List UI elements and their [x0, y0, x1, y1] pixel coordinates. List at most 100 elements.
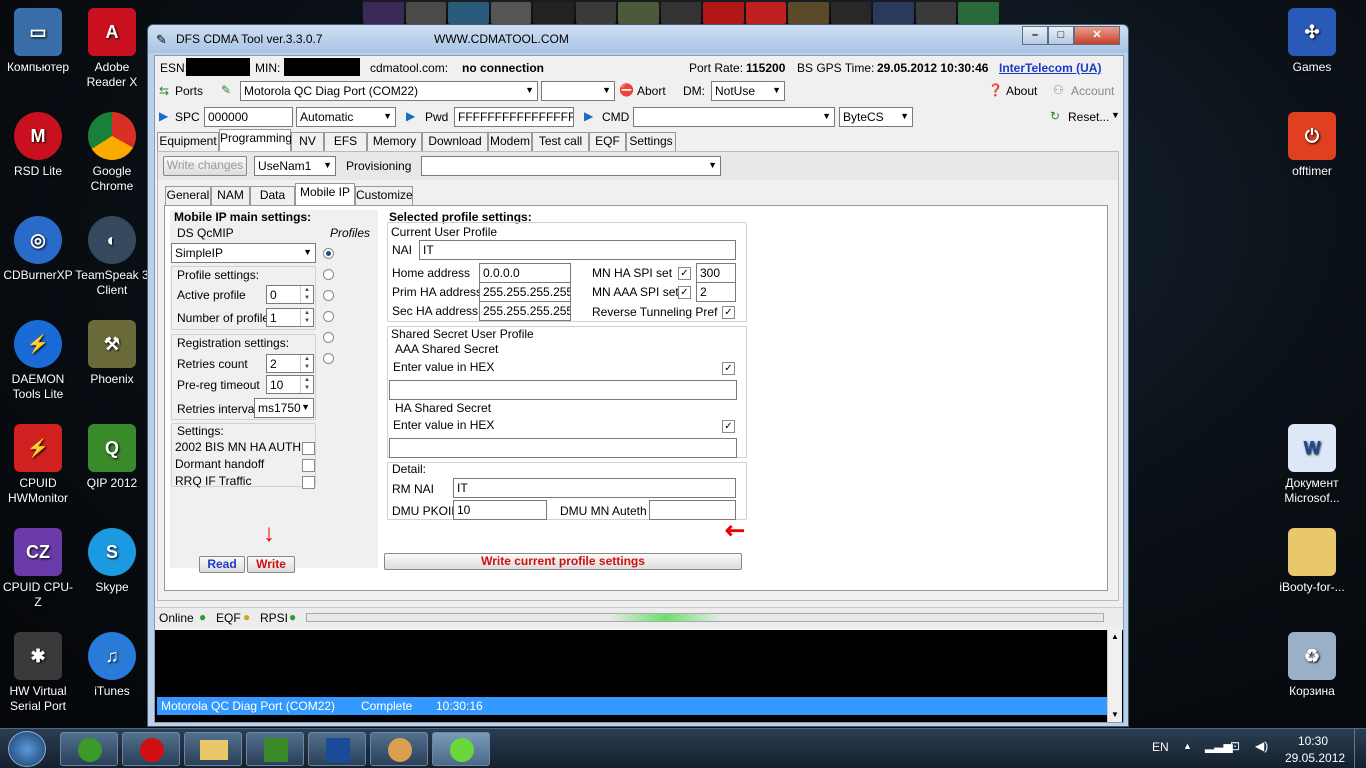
- mn-aaa-spi-input[interactable]: 2: [696, 282, 736, 302]
- home-address-input[interactable]: 0.0.0.0: [479, 263, 571, 283]
- desktop-icon-recycle-bin[interactable]: ♻ Корзина: [1274, 632, 1350, 699]
- desktop-icon-adobe[interactable]: A Adobe Reader X: [74, 8, 150, 90]
- profile-radio-2[interactable]: [323, 290, 334, 301]
- nam-select[interactable]: UseNam1 ▼: [254, 156, 336, 176]
- mn-aaa-spi-checkbox[interactable]: ✓: [678, 286, 691, 299]
- intertelecom-link[interactable]: InterTelecom (UA): [999, 61, 1101, 75]
- stepper-arrows-icon[interactable]: ▲ ▼: [300, 376, 313, 393]
- cmd-input[interactable]: ▼: [633, 107, 835, 127]
- tab-test-call[interactable]: Test call: [532, 132, 589, 151]
- scroll-down-icon[interactable]: ▼: [1111, 710, 1119, 719]
- tab-settings[interactable]: Settings: [626, 132, 676, 151]
- taskbar-paint[interactable]: [370, 732, 428, 766]
- port-mode-select[interactable]: ▼: [541, 81, 615, 101]
- provisioning-select[interactable]: ▼: [421, 156, 721, 176]
- tab-nv[interactable]: NV: [291, 132, 324, 151]
- profile-radio-1[interactable]: [323, 269, 334, 280]
- desktop-icon-teamspeak[interactable]: ◐ TeamSpeak 3 Client: [74, 216, 150, 298]
- profile-radio-3[interactable]: [323, 311, 334, 322]
- tab-download[interactable]: Download: [422, 132, 488, 151]
- dmu-pkoid-input[interactable]: 10: [453, 500, 547, 520]
- clock-time[interactable]: 10:30: [1298, 734, 1328, 748]
- desktop-icon-cpuz[interactable]: CZ CPUID CPU-Z: [0, 528, 76, 610]
- desktop-icon-folder[interactable]: iBooty-for-...: [1274, 528, 1350, 595]
- close-button[interactable]: ✕: [1074, 26, 1120, 45]
- dormant-handoff-checkbox[interactable]: [302, 459, 315, 472]
- clock-date[interactable]: 29.05.2012: [1285, 751, 1345, 765]
- desktop-icon-word-doc[interactable]: W Документ Microsof...: [1274, 424, 1350, 506]
- spc-mode-select[interactable]: Automatic ▼: [296, 107, 396, 127]
- write-changes-button[interactable]: Write changes: [163, 156, 247, 176]
- stepper-arrows-icon[interactable]: ▲ ▼: [300, 355, 313, 372]
- mn-ha-spi-input[interactable]: 300: [696, 263, 736, 283]
- minimize-button[interactable]: –: [1022, 26, 1048, 45]
- retries-count-stepper[interactable]: 2 ▲ ▼: [266, 354, 314, 373]
- taskbar-opera[interactable]: [122, 732, 180, 766]
- profile-radio-0[interactable]: [323, 248, 334, 259]
- min-field[interactable]: [284, 58, 360, 76]
- desktop-icon-games[interactable]: ✣ Games: [1274, 8, 1350, 75]
- desktop-icon-itunes[interactable]: ♫ iTunes: [74, 632, 150, 699]
- title-bar[interactable]: ✎ DFS CDMA Tool ver.3.3.0.7 WWW.CDMATOOL…: [148, 25, 1128, 53]
- desktop-icon-cdburner[interactable]: ◎ CDBurnerXP: [0, 216, 76, 283]
- scroll-up-icon[interactable]: ▲: [1111, 632, 1119, 641]
- show-desktop-button[interactable]: [1354, 729, 1366, 768]
- rrq-traffic-checkbox[interactable]: [302, 476, 315, 489]
- language-indicator[interactable]: EN: [1152, 740, 1169, 754]
- aaa-hex-checkbox[interactable]: ✓: [722, 362, 735, 375]
- about-button[interactable]: About: [1006, 84, 1037, 98]
- tab-programming[interactable]: Programming: [219, 129, 292, 151]
- retries-interval-select[interactable]: ms1750 ▼: [254, 398, 314, 418]
- taskbar-explorer[interactable]: [184, 732, 242, 766]
- connect-icon[interactable]: ✎: [221, 83, 231, 97]
- active-profile-stepper[interactable]: 0 ▲ ▼: [266, 285, 314, 304]
- subtab-nam[interactable]: NAM: [211, 186, 250, 205]
- port-select[interactable]: Motorola QC Diag Port (COM22) ▼: [240, 81, 538, 101]
- pre-reg-timeout-stepper[interactable]: 10 ▲ ▼: [266, 375, 314, 394]
- tray-expand-icon[interactable]: ▲: [1183, 741, 1192, 751]
- taskbar-qip[interactable]: [246, 732, 304, 766]
- stepper-arrows-icon[interactable]: ▲ ▼: [300, 309, 313, 326]
- write-profile-button[interactable]: Write current profile settings: [384, 553, 742, 570]
- tab-equipment[interactable]: Equipment: [157, 132, 219, 151]
- maximize-button[interactable]: □: [1048, 26, 1074, 45]
- tab-efs[interactable]: EFS: [324, 132, 367, 151]
- mn-ha-spi-checkbox[interactable]: ✓: [678, 267, 691, 280]
- bytecs-select[interactable]: ByteCS ▼: [839, 107, 913, 127]
- stepper-arrows-icon[interactable]: ▲ ▼: [300, 286, 313, 303]
- write-button[interactable]: Write: [247, 556, 295, 573]
- taskbar-utorrent[interactable]: [60, 732, 118, 766]
- ports-button[interactable]: Ports: [175, 84, 203, 98]
- profile-radio-5[interactable]: [323, 353, 334, 364]
- ha-secret-input[interactable]: [389, 438, 737, 458]
- read-button[interactable]: Read: [199, 556, 245, 573]
- log-scrollbar[interactable]: ▲ ▼: [1107, 630, 1122, 722]
- bis-auth-checkbox[interactable]: [302, 442, 315, 455]
- desktop-icon-qip[interactable]: Q QIP 2012: [74, 424, 150, 491]
- start-button[interactable]: [8, 731, 46, 767]
- desktop-icon-phoenix[interactable]: ⚒ Phoenix: [74, 320, 150, 387]
- esn-field[interactable]: [186, 58, 250, 76]
- dm-select[interactable]: NotUse ▼: [711, 81, 785, 101]
- network-icon[interactable]: ⊡: [1230, 739, 1240, 753]
- desktop-icon-offtimer[interactable]: ⏻ offtimer: [1274, 112, 1350, 179]
- desktop-icon-hw-virtual[interactable]: ✱ HW Virtual Serial Port: [0, 632, 76, 714]
- volume-icon[interactable]: ◀): [1255, 739, 1268, 753]
- subtab-data[interactable]: Data: [250, 186, 295, 205]
- subtab-general[interactable]: General: [165, 186, 211, 205]
- spc-input[interactable]: 000000: [204, 107, 293, 127]
- ha-hex-checkbox[interactable]: ✓: [722, 420, 735, 433]
- taskbar-word[interactable]: [308, 732, 366, 766]
- log-row[interactable]: Motorola QC Diag Port (COM22) Complete 1…: [157, 697, 1107, 715]
- nai-input[interactable]: IT: [419, 240, 736, 260]
- desktop-icon-rsd-lite[interactable]: M RSD Lite: [0, 112, 76, 179]
- sec-ha-input[interactable]: 255.255.255.255: [479, 301, 571, 321]
- desktop-icon-hwmonitor[interactable]: ⚡ CPUID HWMonitor: [0, 424, 76, 506]
- aaa-secret-input[interactable]: [389, 380, 737, 400]
- chevron-down-icon[interactable]: ▼: [1111, 110, 1120, 120]
- subtab-mobile-ip[interactable]: Mobile IP: [295, 183, 355, 205]
- tab-modem[interactable]: Modem: [488, 132, 532, 151]
- desktop-icon-daemon[interactable]: ⚡ DAEMON Tools Lite: [0, 320, 76, 402]
- prim-ha-input[interactable]: 255.255.255.255: [479, 282, 571, 302]
- profile-radio-4[interactable]: [323, 332, 334, 343]
